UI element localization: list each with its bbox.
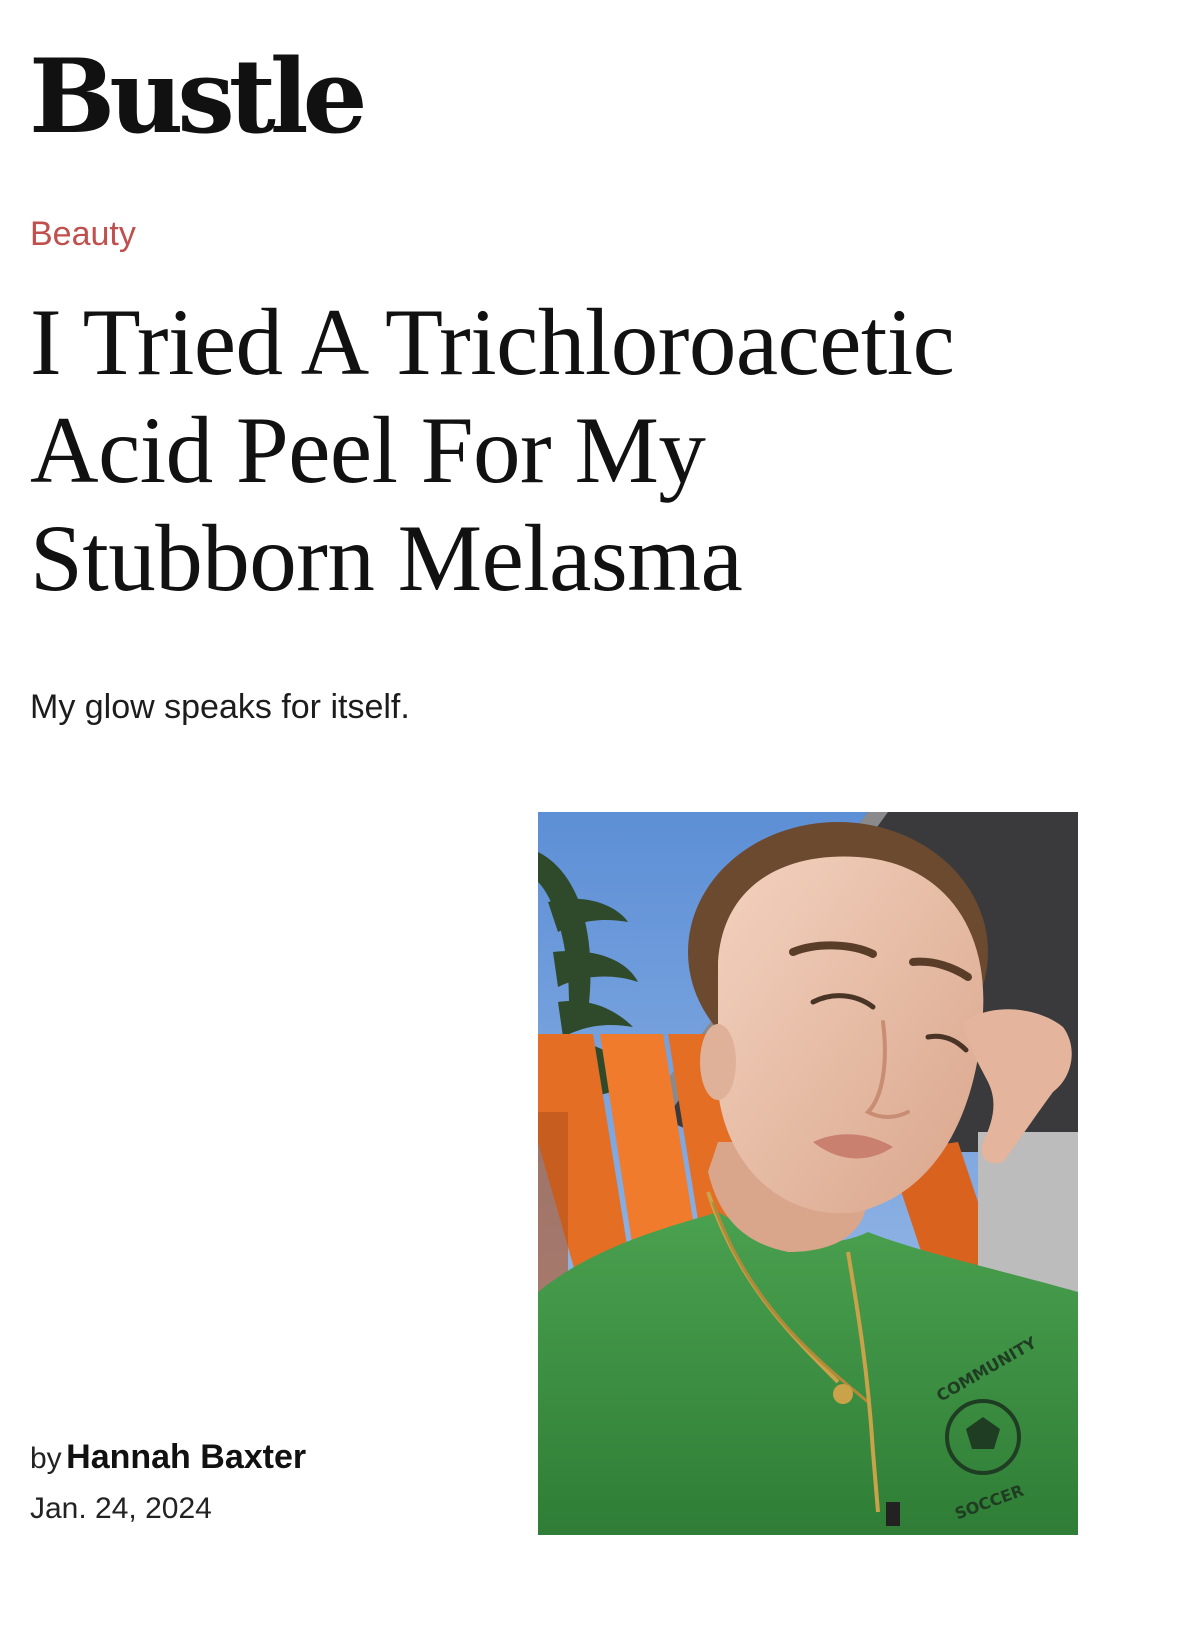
site-logo[interactable]: Bustle — [29, 46, 368, 148]
publish-date: Jan. 24, 2024 — [30, 1492, 212, 1525]
headline-line: Stubborn Melasma — [30, 505, 743, 611]
headline-line: Acid Peel For My — [30, 397, 706, 503]
article-headline: I Tried A Trichloroacetic Acid Peel For … — [30, 288, 1140, 612]
byline: by Hannah Baxter — [30, 1440, 306, 1474]
byline-prefix: by — [30, 1442, 62, 1475]
headline-line: I Tried A Trichloroacetic — [30, 289, 955, 395]
article-dek: My glow speaks for itself. — [30, 688, 410, 726]
hero-photo-illustration: COMMUNITY SOCCER — [538, 812, 1078, 1535]
author-link[interactable]: Hannah Baxter — [66, 1438, 306, 1476]
category-link-beauty[interactable]: Beauty — [30, 217, 136, 251]
hero-image: COMMUNITY SOCCER — [538, 812, 1078, 1535]
